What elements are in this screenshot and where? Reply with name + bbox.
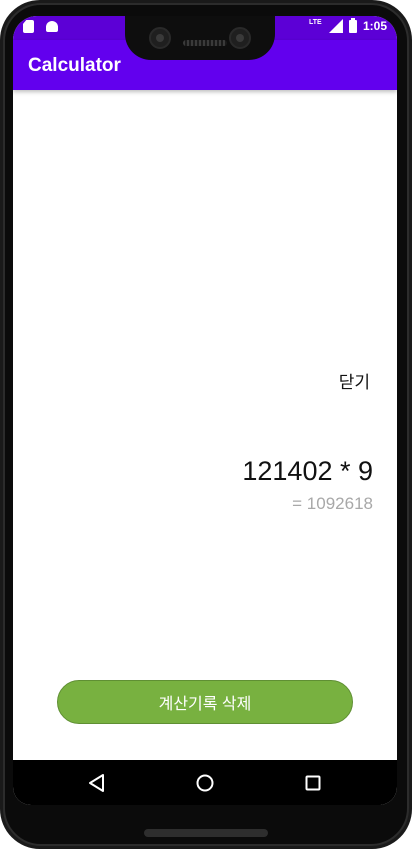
recents-icon[interactable] (302, 772, 324, 794)
front-sensor-icon (229, 27, 251, 49)
navigation-bar (13, 760, 397, 805)
app-title: Calculator (28, 55, 121, 76)
history-expression: 121402 * 9 (242, 456, 373, 486)
camera-notch (125, 16, 275, 60)
clear-history-button[interactable]: 계산기록 삭제 (57, 680, 353, 724)
device-chin-bar (144, 829, 268, 837)
speaker-grille (183, 40, 227, 46)
battery-icon (348, 17, 357, 33)
home-icon[interactable] (194, 772, 216, 794)
front-camera-icon (149, 27, 171, 49)
device-frame: LTE 1:05 Calculator 닫기 121402 * 9 = 1092… (0, 0, 412, 849)
clear-history-button-label: 계산기록 삭제 (158, 696, 252, 713)
back-icon[interactable] (86, 772, 108, 794)
status-time: 1:05 (362, 19, 387, 33)
status-left-icons (23, 20, 58, 33)
screen: LTE 1:05 Calculator 닫기 121402 * 9 = 1092… (13, 16, 397, 805)
signal-icon (328, 19, 343, 33)
close-history-button[interactable]: 닫기 (339, 368, 370, 393)
lte-label: LTE (308, 19, 322, 26)
sim-icon (23, 20, 34, 33)
status-right-icons: LTE 1:05 (308, 17, 387, 33)
android-icon (46, 21, 58, 32)
history-result: = 1092618 (292, 494, 373, 513)
